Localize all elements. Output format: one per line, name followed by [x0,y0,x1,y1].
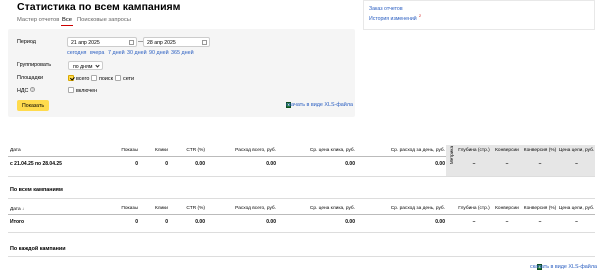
table1-total-cost: 0.00 [266,161,276,167]
table2-column-goal-cost[interactable]: Цена цели, руб. [558,206,595,211]
range-30-days[interactable]: 30 дней [127,50,147,56]
table2-column-conversion-rate[interactable]: Конверсия (%) [522,206,558,211]
grouping-select[interactable]: по дням [68,61,103,70]
table1-conversions: – [505,161,509,167]
page-title: Статистика по всем кампаниям [17,1,181,13]
table2-conversions: – [505,219,509,225]
section-each-divider [8,256,595,257]
calendar-icon [202,40,207,45]
section-all-campaigns: По всем кампаниям [10,187,63,193]
vat-included-label: включен [76,88,98,94]
table2-header-divider [8,214,595,215]
column-depth[interactable]: Глубина (стр.) [456,148,492,153]
table2-impressions: 0 [135,219,138,225]
column-total-cost[interactable]: Расход всего, руб. [210,148,276,153]
table1-impressions: 0 [135,161,138,167]
tab-report-master[interactable]: Мастер отчетов [17,17,59,23]
table2-goal-cost: – [575,219,578,225]
grouping-value: по дням [73,63,93,70]
table1-ctr: 0.00 [195,161,205,167]
chevron-down-icon [95,63,100,68]
metrika-label: Метрика [449,146,456,174]
table2-avg-daily-cost: 0.00 [435,219,445,225]
range-today[interactable]: сегодня [67,50,86,56]
column-goal-cost[interactable]: Цена цели, руб. [558,148,595,153]
table1-goal-cost: – [575,161,578,167]
range-365-days[interactable]: 365 дней [171,50,194,56]
table2-row-total-label: Итого [10,219,25,225]
vat-included-checkbox[interactable] [68,87,74,93]
platform-all-label: всего [76,76,90,82]
platform-search-checkbox[interactable] [91,75,97,81]
table2-column-depth[interactable]: Глубина (стр.) [456,206,492,211]
bottom-download-xls-link[interactable]: скачать в виде XLS-файла [530,264,597,270]
column-conversions[interactable]: Конверсии [492,148,522,153]
platforms-label: Площадки [17,75,44,81]
table1-avg-cpc: 0.00 [345,161,355,167]
sort-arrow-icon: ↓ [21,206,24,211]
range-90-days[interactable]: 90 дней [149,50,169,56]
table2-bottom-divider [8,232,595,233]
date-from-value: 21 апр 2025 [71,40,100,46]
period-label: Период [17,39,36,45]
table1-clicks: 0 [165,161,168,167]
grouping-label: Группировать [17,62,52,68]
platform-networks-checkbox[interactable] [115,75,121,81]
tab-search-queries[interactable]: Поисковые запросы [77,17,131,23]
column-clicks[interactable]: Клики [140,148,168,153]
table1-row-date: с 21.04.25 по 28.04.25 [10,161,62,167]
table2-column-impressions[interactable]: Показы [105,206,138,211]
show-button[interactable]: Показать [17,100,49,111]
table2-column-avg-daily-cost[interactable]: Ср. расход за день, руб. [360,206,445,211]
table1-conversion-rate: – [538,161,542,167]
table2-column-avg-cpc[interactable]: Ср. цена клика, руб. [280,206,355,211]
column-avg-daily-cost[interactable]: Ср. расход за день, руб. [360,148,445,153]
column-impressions[interactable]: Показы [105,148,138,153]
side-links-box [363,0,595,30]
range-7-days[interactable]: 7 дней [108,50,125,56]
table2-ctr: 0.00 [195,219,205,225]
table2-column-date[interactable]: Дата ↓ [10,206,24,212]
column-date[interactable]: Дата [10,148,21,153]
platform-networks-label: сети [123,76,134,82]
table2-avg-cpc: 0.00 [345,219,355,225]
table2-conversion-rate: – [538,219,542,225]
range-yesterday[interactable]: вчера [90,50,104,56]
download-xls-link[interactable]: скачать в виде XLS-файла [286,102,353,108]
table2-top-divider [8,198,595,199]
section-each-campaign: По каждой кампании [10,246,66,252]
table2-total-cost: 0.00 [266,219,276,225]
tab-all-underline [61,24,73,26]
table2-clicks: 0 [165,219,168,225]
table1-depth: – [472,161,476,167]
order-reports-link[interactable]: Заказ отчетов [369,6,403,12]
column-conversion-rate[interactable]: Конверсия (%) [522,148,558,153]
date-to-value: 28 апр 2025 [147,40,176,46]
table2-column-total-cost[interactable]: Расход всего, руб. [210,206,276,211]
change-history-link[interactable]: История изменений [369,16,417,22]
column-avg-cpc[interactable]: Ср. цена клика, руб. [280,148,355,153]
calendar-icon [129,40,134,45]
platform-search-label: поиск [99,76,113,82]
table1-bottom-divider [8,176,595,177]
platform-all-checkbox[interactable] [68,75,74,81]
help-icon[interactable]: ? [30,87,35,92]
vat-label: НДС [17,88,29,94]
table1-header-divider [8,156,446,157]
date-from-input[interactable]: 21 апр 2025 [67,37,137,47]
column-ctr[interactable]: CTR (%) [170,148,205,153]
date-to-input[interactable]: 28 апр 2025 [143,37,210,47]
table2-depth: – [472,219,476,225]
table2-column-ctr[interactable]: CTR (%) [170,206,205,211]
change-history-badge: 2 [419,14,421,18]
tab-all[interactable]: Все [62,17,72,23]
table2-date-header: Дата [10,207,21,212]
table2-column-clicks[interactable]: Клики [140,206,168,211]
table1-avg-daily-cost: 0.00 [435,161,445,167]
table2-column-conversions[interactable]: Конверсии [492,206,522,211]
metrika-label-text: Метрика [449,146,454,165]
